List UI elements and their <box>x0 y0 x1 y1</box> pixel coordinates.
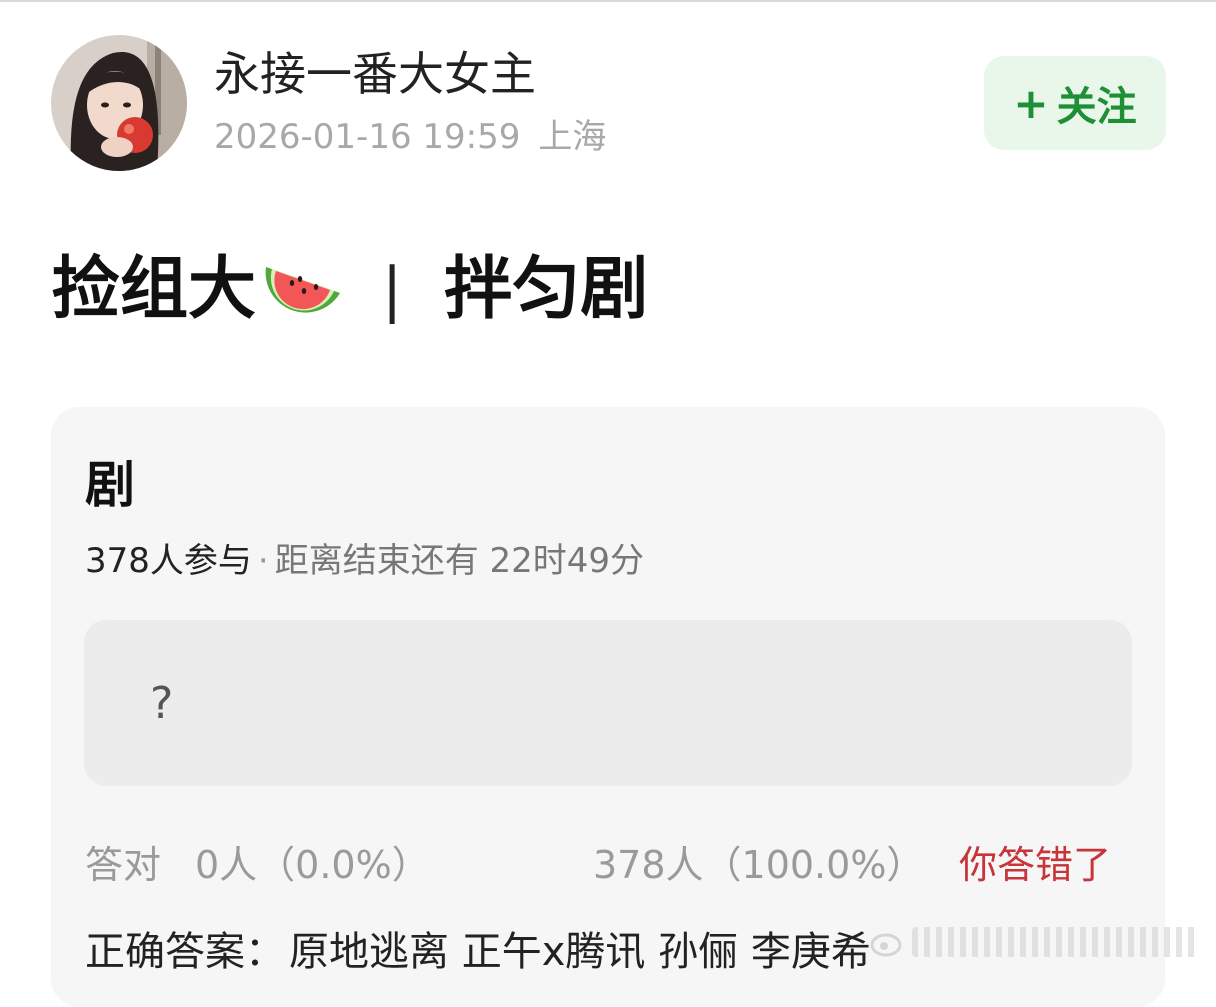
post-location: 上海 <box>538 117 607 157</box>
participant-count: 378人参与 <box>85 541 252 581</box>
quiz-option-text: ? <box>150 678 174 729</box>
watermark-text-blur <box>912 927 1200 957</box>
username[interactable]: 永接一番大女主 <box>214 44 536 104</box>
top-divider <box>0 0 1216 2</box>
result-verdict: 你答错了 <box>959 843 1112 887</box>
avatar[interactable] <box>51 35 187 171</box>
post-timestamp: 2026-01-16 19:59 <box>214 117 521 157</box>
quiz-option[interactable]: ? <box>84 620 1132 786</box>
weibo-logo-icon <box>870 933 902 957</box>
quiz-card: 剧 378人参与 · 距离结束还有 22时49分 ? 答对 0人（0.0%） 378… <box>51 407 1165 1007</box>
post-title-right: 拌匀剧 <box>444 250 649 329</box>
result-correct-count: 0人（0.0%） <box>195 843 430 887</box>
quiz-result: 答对 0人（0.0%） 378人（100.0%） 你答错了 <box>85 837 1135 893</box>
quiz-title: 剧 <box>85 456 135 514</box>
correct-answer: 正确答案： 原地逃离 正午x腾讯 孙俪 李庚希 <box>85 925 871 979</box>
avatar-image <box>51 35 187 171</box>
follow-button[interactable]: + 关注 <box>984 56 1166 150</box>
post-title-left: 捡组大 <box>52 250 257 329</box>
result-label: 答对 <box>85 843 162 887</box>
result-wrong-count: 378人（100.0%） <box>593 843 925 887</box>
correct-answer-value: 原地逃离 正午x腾讯 孙俪 李庚希 <box>289 929 871 975</box>
watermark <box>870 920 1200 964</box>
post-meta: 2026-01-16 19:59 上海 <box>214 114 606 160</box>
correct-answer-label: 正确答案： <box>85 929 285 975</box>
post-title: 捡组大 | 拌匀剧 <box>52 250 648 330</box>
quiz-stats: 378人参与 · 距离结束还有 22时49分 <box>85 537 644 585</box>
plus-icon: + <box>1013 78 1049 128</box>
time-remaining: 距离结束还有 22时49分 <box>274 541 645 581</box>
follow-label: 关注 <box>1056 84 1137 130</box>
watermelon-icon <box>265 267 341 313</box>
stats-dot: · <box>257 541 269 581</box>
title-separator: | <box>382 255 403 325</box>
